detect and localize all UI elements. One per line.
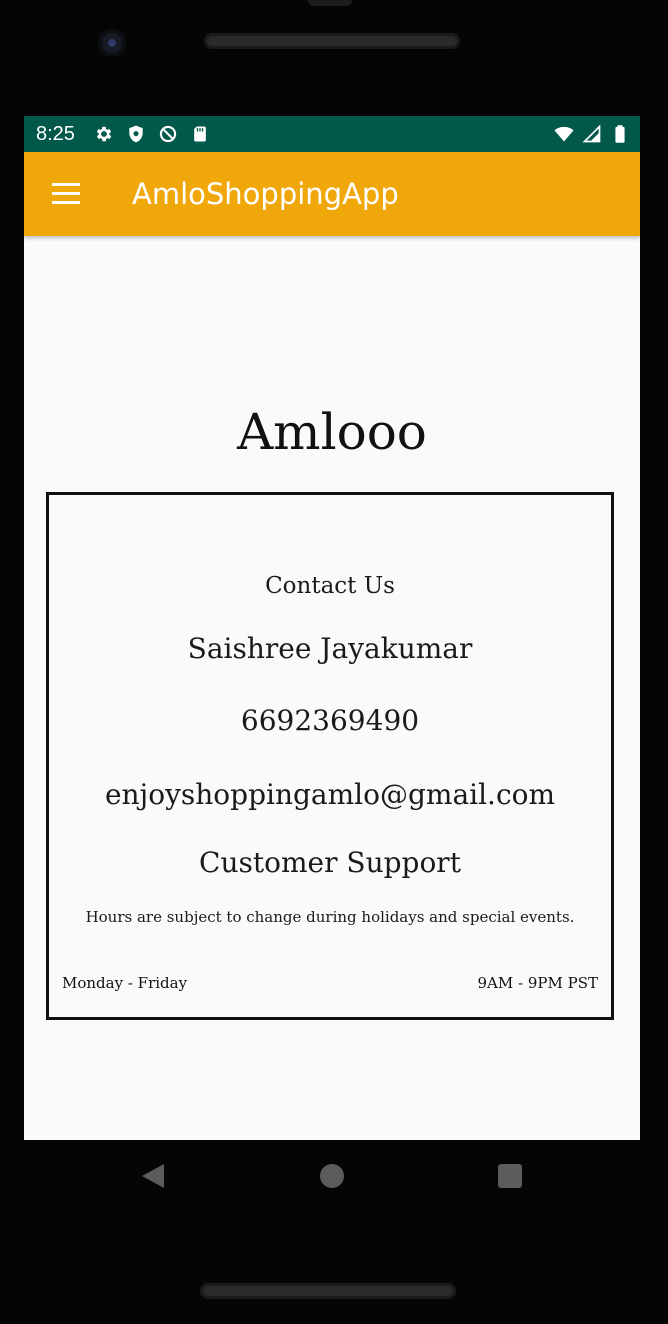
hamburger-menu-icon[interactable] [48, 178, 84, 210]
sd-card-icon [194, 126, 206, 142]
app-toolbar: AmloShoppingApp [24, 152, 640, 236]
contact-phone[interactable]: 6692369490 [49, 701, 611, 741]
app-screen: 8:25 AmloShoppingApp Amlooo Contact Us S… [24, 116, 640, 1140]
brand-title: Amlooo [237, 403, 427, 461]
contact-heading: Contact Us [265, 573, 395, 599]
support-hours: 9AM - 9PM PST [477, 974, 598, 992]
top-notch [308, 0, 352, 6]
bottom-speaker [200, 1283, 456, 1299]
signal-icon [582, 124, 601, 143]
status-icons-right [554, 124, 630, 144]
front-camera [98, 29, 126, 57]
system-nav-bar [0, 1140, 668, 1212]
status-bar: 8:25 [24, 116, 640, 152]
support-days: Monday - Friday [62, 974, 188, 992]
contact-name: Saishree Jayakumar [187, 632, 473, 665]
hours-note: Hours are subject to change during holid… [85, 908, 575, 926]
wifi-icon [554, 126, 574, 142]
settings-icon [96, 126, 112, 142]
support-heading: Customer Support [199, 846, 461, 879]
shield-icon [129, 125, 143, 143]
app-title: AmloShoppingApp [132, 177, 399, 211]
battery-icon [615, 125, 625, 143]
phone-frame: 8:25 AmloShoppingApp Amlooo Contact Us S… [0, 0, 668, 1324]
no-disturb-icon [159, 125, 177, 143]
contact-card: Contact Us Saishree Jayakumar 6692369490… [46, 492, 614, 1020]
status-time: 8:25 [36, 123, 75, 145]
contact-email[interactable]: enjoyshoppingamlo@gmail.com [49, 775, 611, 815]
home-icon[interactable] [320, 1164, 344, 1188]
recents-icon[interactable] [498, 1164, 522, 1188]
earpiece-speaker [204, 33, 460, 49]
back-icon[interactable] [140, 1162, 166, 1190]
status-icons-left [94, 124, 210, 144]
